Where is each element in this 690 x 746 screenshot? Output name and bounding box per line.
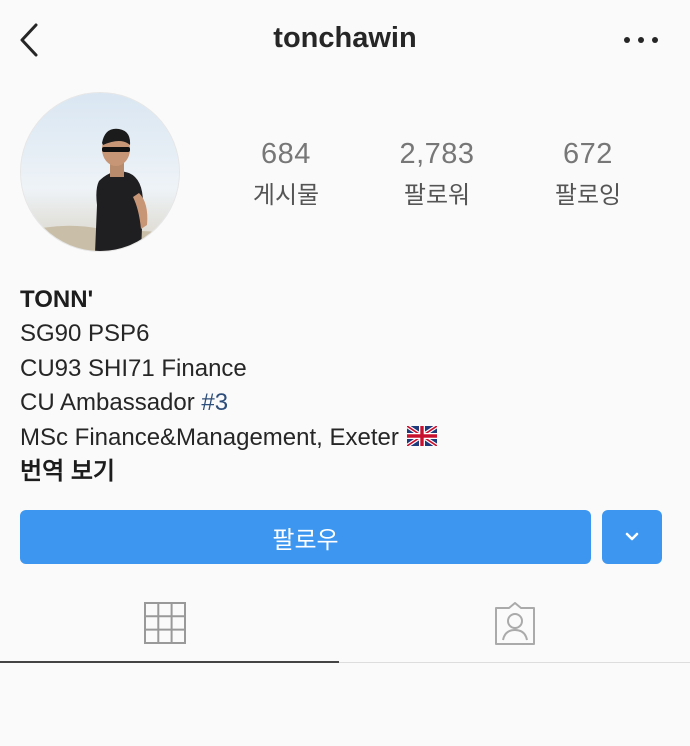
more-options-button[interactable] [624,30,658,50]
ellipsis-icon [652,37,658,43]
bio-line-msc: MSc Finance&Management, Exeter [20,421,660,456]
active-tab-indicator [0,661,339,663]
posts-label: 게시물 [252,182,320,209]
tagged-photos-icon [495,602,535,645]
see-translation-link[interactable]: 번역 보기 [20,455,660,489]
tab-grid[interactable] [144,602,186,649]
followers-stat[interactable]: 2,783 팔로워 [377,138,497,210]
profile-stats: 684 게시물 2,783 팔로워 672 팔로잉 [222,138,662,218]
ellipsis-icon [638,37,644,43]
follow-button[interactable]: 팔로우 [20,510,591,564]
profile-tabs [0,590,690,666]
avatar[interactable] [20,92,180,252]
bio-text: MSc Finance&Management, Exeter [20,423,399,451]
followers-count: 2,783 [399,138,475,170]
following-count: 672 [563,138,613,170]
bio-line-ambassador: CU Ambassador #3 [20,386,660,421]
followers-label: 팔로워 [403,182,471,209]
profile-bio: TONN' SG90 PSP6 CU93 SHI71 Finance CU Am… [20,283,660,489]
avatar-photo [21,93,179,251]
ellipsis-icon [624,37,630,43]
display-name: TONN' [20,286,94,313]
profile-header: tonchawin [0,0,690,84]
chevron-down-icon [625,532,639,541]
uk-flag-icon [406,426,437,447]
bio-line: SG90 PSP6 [20,320,150,347]
following-label: 팔로잉 [554,182,622,209]
bio-text: CU Ambassador [20,389,202,416]
bio-line: CU93 SHI71 Finance [20,354,247,382]
follow-button-label: 팔로우 [272,526,339,554]
posts-stat[interactable]: 684 게시물 [226,138,346,210]
posts-count: 684 [261,138,311,170]
username-title: tonchawin [273,22,417,54]
tab-divider [339,662,690,663]
suggestions-dropdown-button[interactable] [602,510,662,564]
tab-tagged[interactable] [493,602,537,651]
following-stat[interactable]: 672 팔로잉 [528,138,648,210]
hashtag-link[interactable]: #3 [201,389,228,416]
grid-icon [144,602,186,644]
